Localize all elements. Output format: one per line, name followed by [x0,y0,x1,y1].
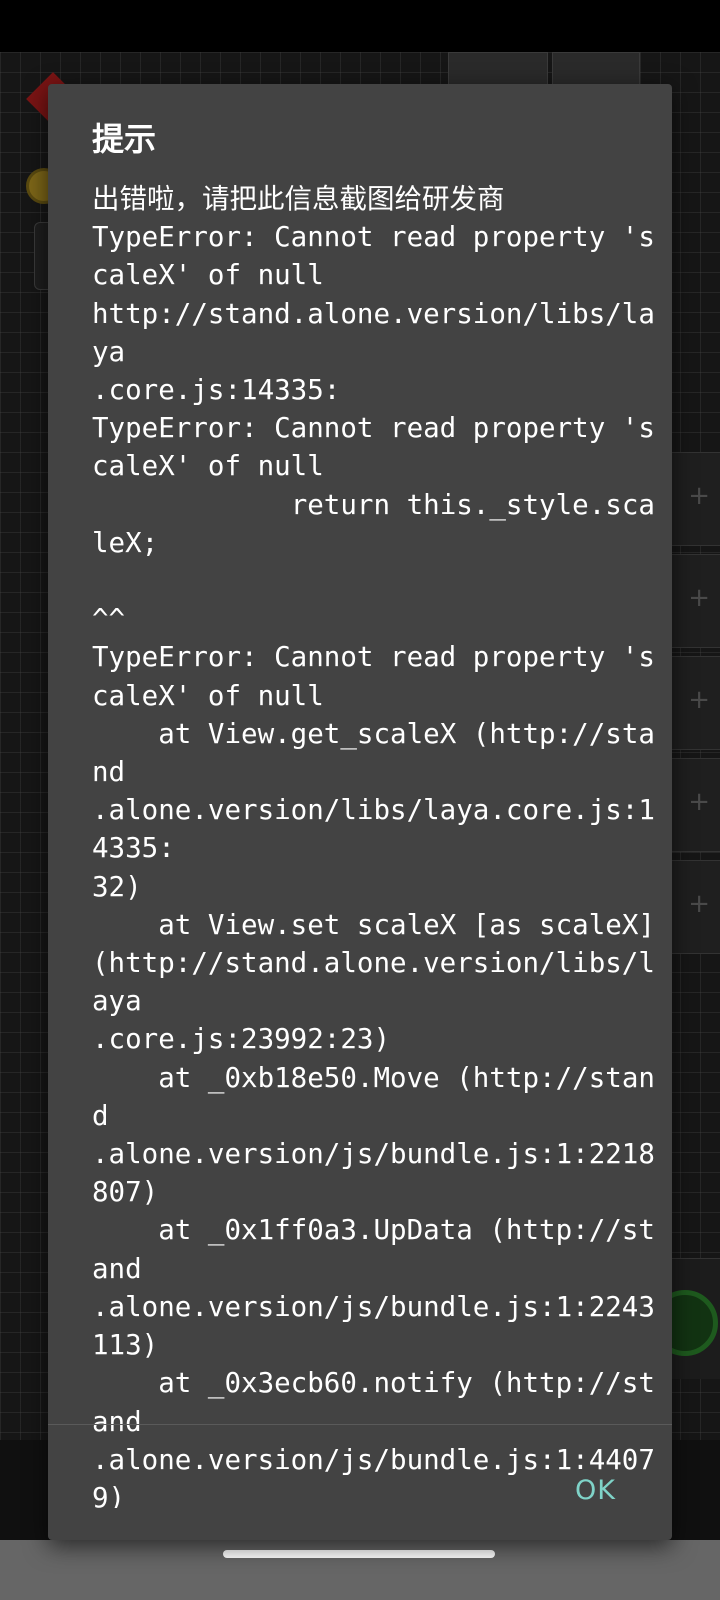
plus-icon: + [688,889,710,919]
home-indicator[interactable] [223,1550,495,1558]
ok-button[interactable]: OK [565,1469,626,1512]
plus-icon: + [688,685,710,715]
navigation-bar [0,1540,720,1600]
side-slot: + [672,452,720,546]
dialog-divider [48,1424,672,1425]
side-slot: + [672,860,720,954]
plus-icon: + [688,481,710,511]
plus-icon: + [688,583,710,613]
game-side-slots: + + + + + [672,452,720,962]
status-bar [0,0,720,52]
side-slot: + [672,554,720,648]
dialog-title: 提示 [92,120,157,158]
side-slot: + [672,758,720,852]
side-slot: + [672,656,720,750]
error-message: 出错啦，请把此信息截图给研发商 TypeError: Cannot read p… [92,183,655,1508]
plus-icon: + [688,787,710,817]
error-dialog: 提示 出错啦，请把此信息截图给研发商 TypeError: Cannot rea… [48,84,672,1540]
